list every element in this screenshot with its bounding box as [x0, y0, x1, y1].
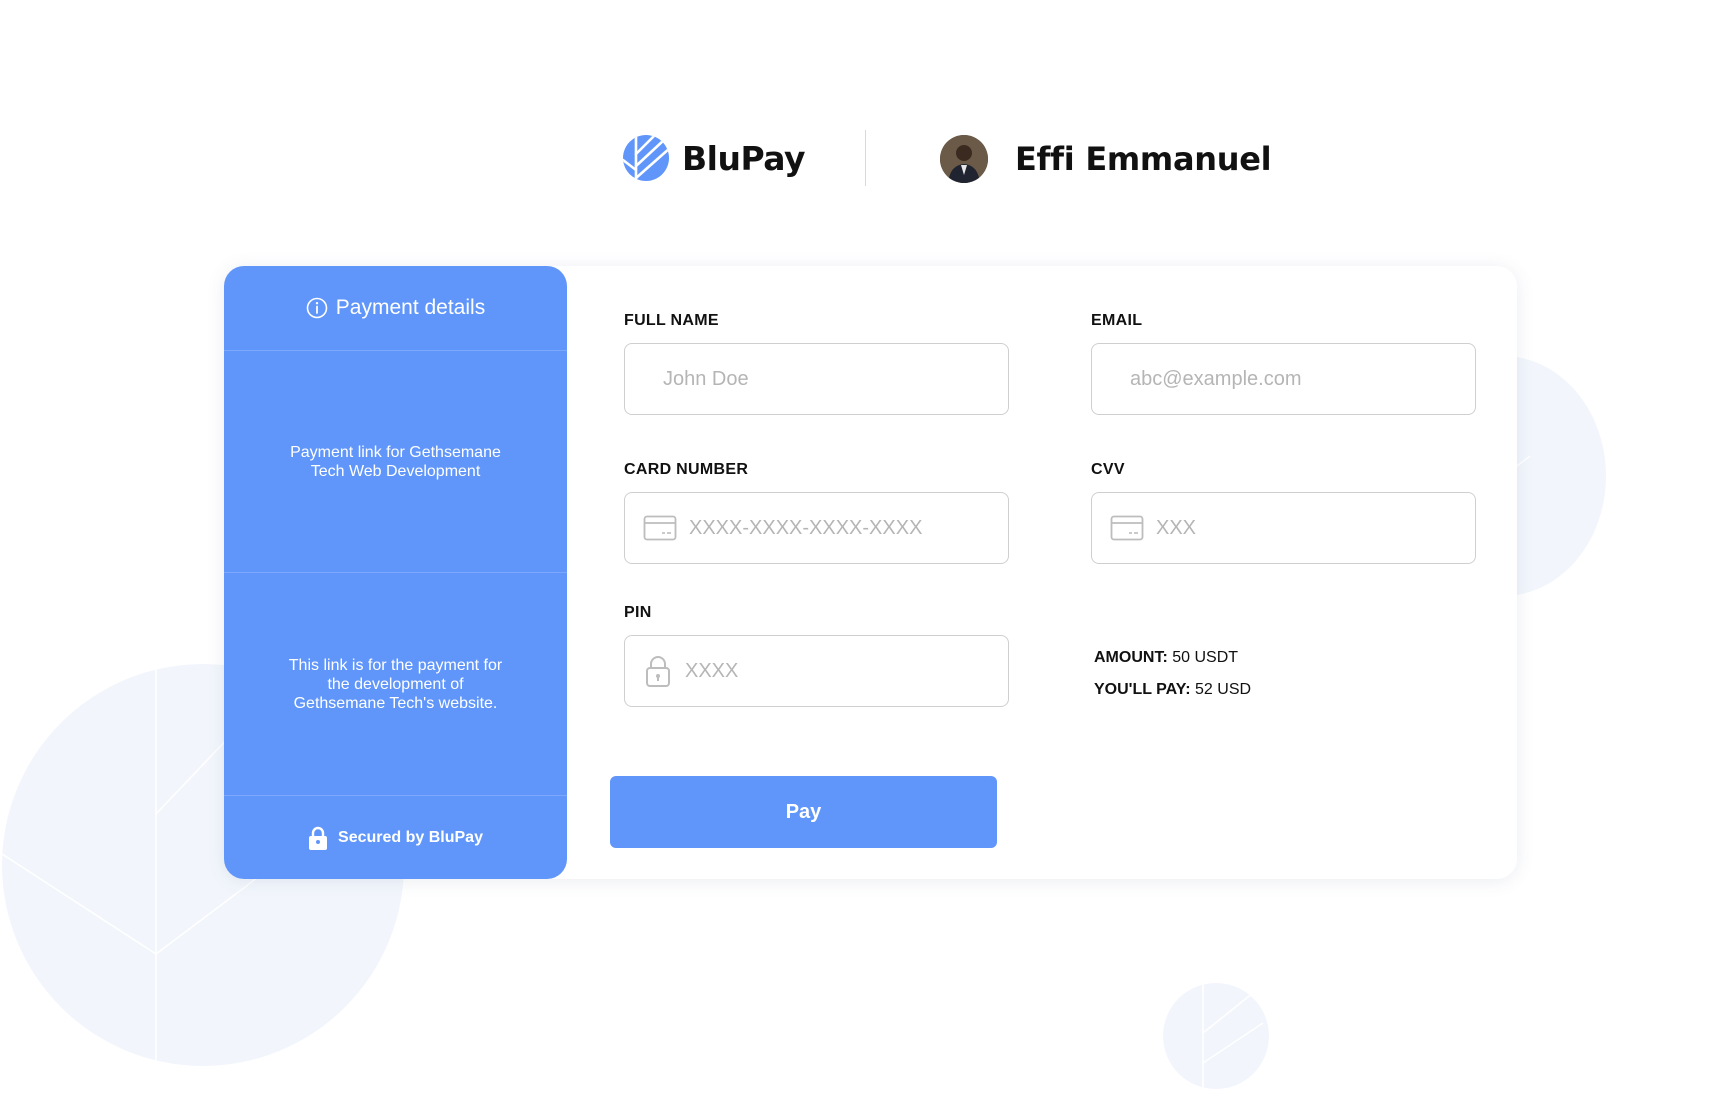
- avatar: [940, 135, 988, 183]
- background-leaf-pattern-icon: [1202, 983, 1264, 1089]
- payment-link-description: Payment link for Gethsemane Tech Web Dev…: [224, 351, 567, 573]
- full-name-input[interactable]: [663, 344, 1008, 414]
- blupay-logo-icon: [623, 135, 669, 181]
- avatar-photo-icon: [940, 135, 988, 183]
- merchant-name: Effi Emmanuel: [1015, 140, 1272, 178]
- amount-value: 50 USDT: [1172, 649, 1239, 666]
- full-name-label: FULL NAME: [624, 312, 719, 329]
- payment-description: This link is for the payment for the dev…: [224, 574, 567, 796]
- pin-label: PIN: [624, 604, 652, 621]
- email-label: EMAIL: [1091, 312, 1143, 329]
- total-pay-label: YOU'LL PAY:: [1094, 681, 1191, 698]
- card-number-input[interactable]: [689, 493, 1008, 563]
- header-divider: [865, 130, 866, 186]
- brand-name: BluPay: [682, 138, 806, 178]
- cvv-field[interactable]: [1091, 492, 1476, 564]
- payment-description-text: This link is for the payment for the dev…: [288, 657, 503, 712]
- total-pay-value: 52 USD: [1195, 681, 1252, 698]
- email-field[interactable]: [1091, 343, 1476, 415]
- amount-summary: AMOUNT: 50 USDT YOU'LL PAY: 52 USD: [1094, 642, 1251, 706]
- total-pay-row: YOU'LL PAY: 52 USD: [1094, 674, 1251, 706]
- credit-card-icon: [643, 515, 677, 541]
- lock-icon: [309, 826, 328, 850]
- amount-label: AMOUNT:: [1094, 649, 1168, 666]
- brand-logo-group[interactable]: BluPay: [622, 132, 806, 184]
- full-name-field[interactable]: [624, 343, 1009, 415]
- payment-link-text: Payment link for Gethsemane Tech Web Dev…: [290, 443, 501, 480]
- security-note: Secured by BluPay: [224, 797, 567, 879]
- payment-details-panel: Payment details Payment link for Gethsem…: [224, 266, 567, 879]
- card-number-label: CARD NUMBER: [624, 461, 749, 478]
- pay-button[interactable]: Pay: [610, 776, 997, 848]
- pin-field[interactable]: [624, 635, 1009, 707]
- card-number-field[interactable]: [624, 492, 1009, 564]
- security-note-text: Secured by BluPay: [338, 829, 483, 846]
- lock-icon: [646, 656, 670, 687]
- payment-details-header: Payment details: [224, 266, 567, 351]
- cvv-input[interactable]: [1156, 493, 1475, 563]
- credit-card-icon: [1110, 515, 1144, 541]
- cvv-label: CVV: [1091, 461, 1125, 478]
- amount-row: AMOUNT: 50 USDT: [1094, 642, 1251, 674]
- pin-input[interactable]: [685, 636, 1008, 706]
- payment-details-title: Payment details: [335, 296, 486, 319]
- merchant-profile: Effi Emmanuel: [940, 134, 1272, 184]
- email-input[interactable]: [1130, 344, 1475, 414]
- info-icon: [306, 297, 328, 319]
- background-circle-bottom: [1163, 983, 1269, 1089]
